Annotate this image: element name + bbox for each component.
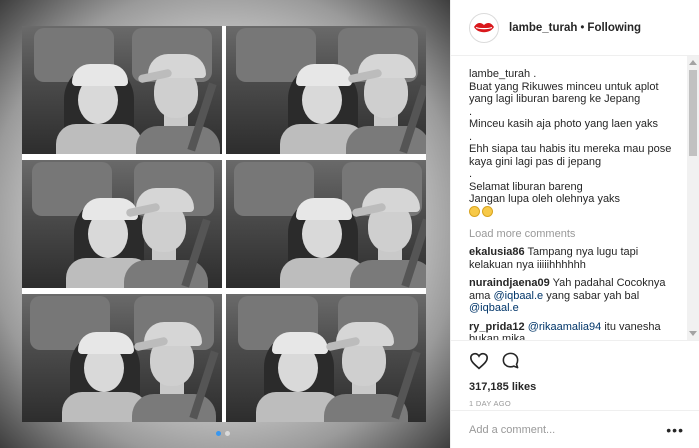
comment-username[interactable]: ekalusia86 — [469, 246, 525, 258]
caption-line: Buat yang Rikuwes minceu untuk aplot — [469, 80, 659, 93]
caption-emojis — [469, 206, 682, 219]
comment-username[interactable]: ry_prida12 — [469, 321, 525, 333]
comment-bubble-icon[interactable] — [501, 351, 520, 373]
smiling-face-emoji-icon — [469, 206, 480, 218]
comment-text: yang sabar yah bal — [546, 289, 640, 302]
scroll-thumb[interactable] — [689, 70, 697, 156]
add-comment-bar: ••• — [451, 410, 699, 448]
more-options-icon[interactable]: ••• — [666, 423, 684, 437]
carousel-dot-active[interactable] — [216, 431, 221, 436]
lips-logo-icon — [474, 22, 494, 32]
post-timestamp: 1 DAY AGO — [469, 399, 512, 408]
caption-line: . — [469, 130, 473, 143]
post-modal: lambe_turah • Following lambe_turah . Buat… — [0, 0, 699, 448]
header-username[interactable]: lambe_turah — [509, 22, 577, 34]
collage-tile — [22, 26, 222, 154]
collage-tile — [226, 294, 426, 422]
caption-line: lambe_turah . — [469, 68, 537, 80]
caption-line: Minceu kasih aja photo yang laen yaks — [469, 118, 658, 130]
collage-tile — [226, 160, 426, 288]
comment-username[interactable]: nuraindjaena09 — [469, 277, 550, 289]
comments-scrollbar[interactable] — [687, 56, 699, 340]
carousel-dot[interactable] — [225, 431, 230, 436]
caption-line: kaya gini lagi pas di jepang — [469, 155, 602, 168]
comment: ekalusia86 Tampang nya lugu tapi kelakua… — [469, 246, 682, 271]
caption-line: . — [469, 168, 473, 180]
post-header: lambe_turah • Following — [451, 0, 699, 56]
caption-line: Jangan lupa oleh olehnya yaks — [469, 193, 621, 205]
smiling-face-emoji-icon — [482, 206, 493, 218]
caption-line: . — [469, 105, 473, 118]
caption-line: yang lagi liburan bareng ke Jepang — [469, 93, 641, 105]
load-more-comments-link[interactable]: Load more comments — [469, 228, 682, 240]
comment-mention[interactable]: @iqbaal.e — [493, 290, 543, 302]
collage-tile — [226, 26, 426, 154]
post-side-panel: lambe_turah • Following lambe_turah . Buat… — [450, 0, 699, 448]
photo-collage — [22, 26, 426, 422]
scroll-up-arrow-icon[interactable] — [689, 60, 697, 65]
carousel-indicator — [216, 431, 230, 436]
likes-count[interactable]: 317,185 likes — [469, 381, 682, 393]
comments-area[interactable]: lambe_turah . Buat yang Rikuwes minceu u… — [451, 56, 699, 340]
comment: nuraindjaena09 Yah padahal Cocoknya ama … — [469, 277, 682, 315]
following-button[interactable]: Following — [587, 22, 641, 34]
scroll-down-arrow-icon[interactable] — [689, 331, 697, 336]
avatar[interactable] — [469, 12, 499, 43]
caption-line: Selamat liburan bareng — [469, 180, 583, 193]
caption-line: Ehh siapa tau habis itu mereka mau pose — [469, 143, 672, 155]
header-separator: • — [580, 21, 585, 34]
comment-mention[interactable]: @iqbaal.e — [469, 302, 519, 314]
post-actions: 317,185 likes 1 DAY AGO — [451, 340, 699, 410]
post-photo[interactable] — [0, 0, 450, 448]
caption: lambe_turah . Buat yang Rikuwes minceu u… — [469, 68, 682, 218]
add-comment-input[interactable] — [469, 423, 659, 436]
collage-tile — [22, 294, 222, 422]
heart-icon[interactable] — [469, 352, 489, 373]
comment-mention[interactable]: @rikaamalia94 — [528, 321, 602, 333]
comment: ry_prida12 @rikaamalia94 itu vanesha buk… — [469, 321, 682, 341]
collage-tile — [22, 160, 222, 288]
